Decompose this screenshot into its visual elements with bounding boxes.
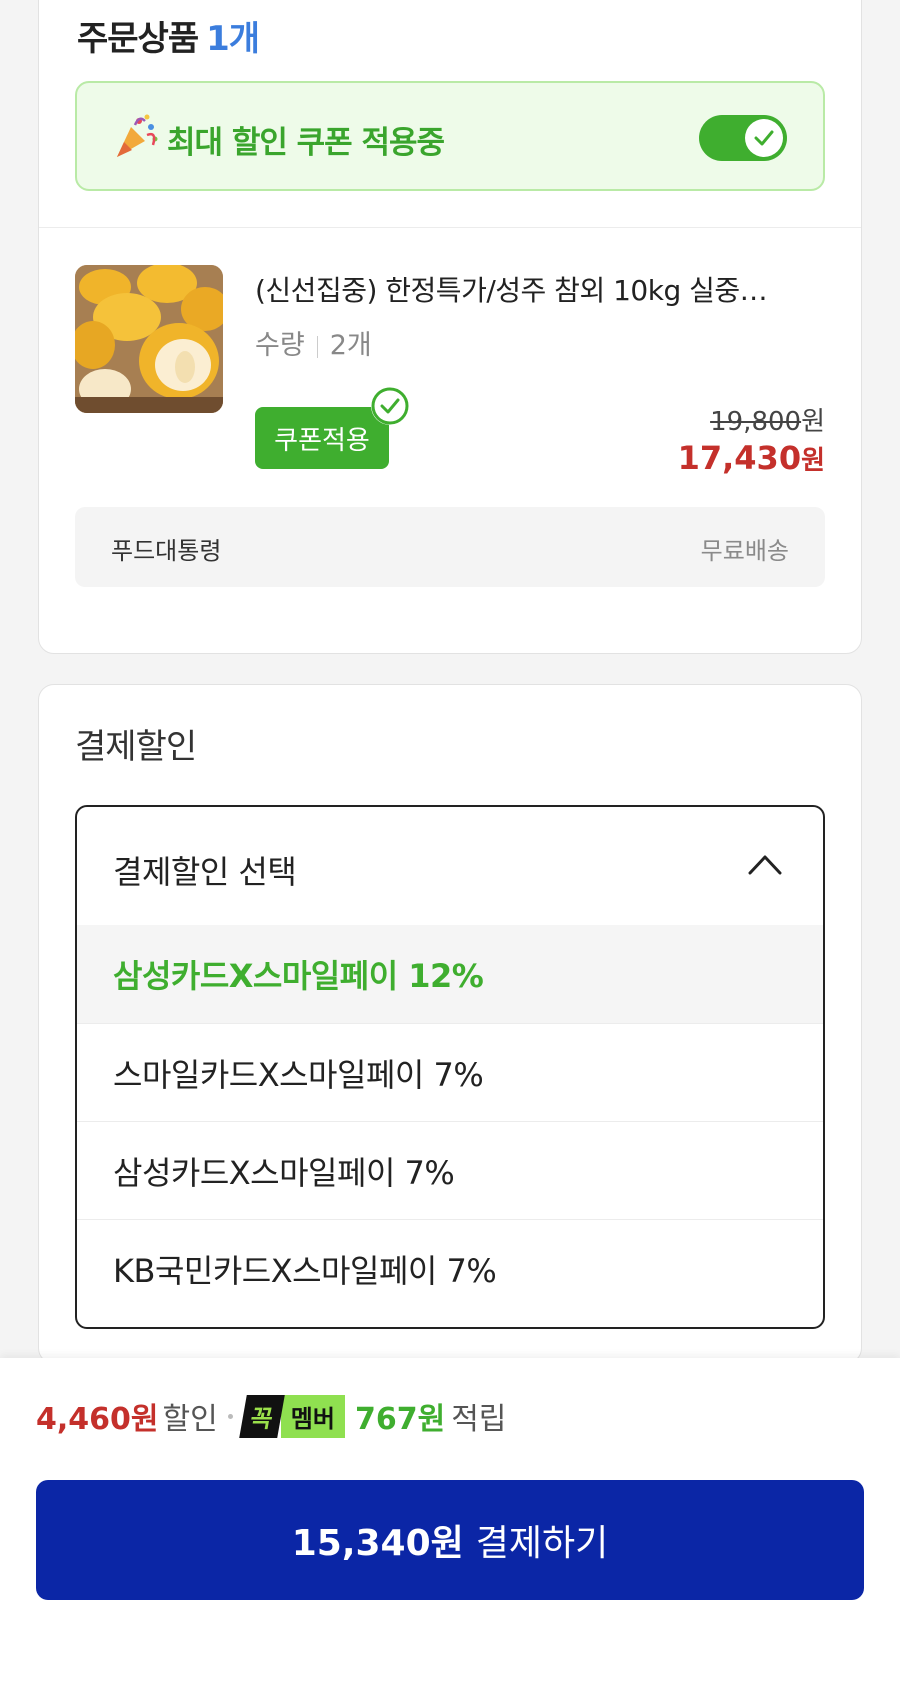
order-count: 1개: [206, 19, 260, 59]
shipping-info: 무료배송: [700, 537, 789, 565]
max-coupon-banner: 최대 할인 쿠폰 적용중: [75, 81, 825, 191]
badge-part1: 꼭: [238, 1394, 285, 1438]
product-image[interactable]: [75, 265, 223, 413]
discount-option[interactable]: 삼성카드X스마일페이 12%: [77, 925, 823, 1023]
quantity-info: 수량 2개: [255, 323, 372, 362]
bottom-checkout-bar: 4,460원 할인 꼭 멤버 767원 적립 15,340원 결제하기: [0, 1358, 900, 1696]
toggle-knob: [745, 119, 783, 157]
discount-label: 할인: [162, 1402, 218, 1437]
coupon-banner-label: 최대 할인 쿠폰 적용중: [167, 125, 445, 161]
original-price-value: 19,800: [710, 407, 802, 437]
original-price: 19,800원: [710, 401, 825, 438]
points-label: 적립: [451, 1402, 507, 1437]
separator-dot: [227, 1413, 233, 1419]
checkout-page: 주문상품 1개 최대 할인 쿠폰 적용중 (신선집중) 한정특가/성주 참외 1…: [0, 0, 900, 1696]
order-products-card: 주문상품 1개 최대 할인 쿠폰 적용중 (신선집중) 한정특가/성주 참외 1…: [38, 0, 862, 654]
check-circle-icon: [371, 387, 409, 425]
points-amount: 767원: [354, 1402, 446, 1437]
seller-shipping-box: 푸드대통령 무료배송: [75, 507, 825, 587]
dropdown-header[interactable]: 결제할인 선택: [77, 807, 823, 925]
sale-price: 17,430원: [678, 439, 825, 477]
payment-discount-card: 결제할인 결제할인 선택 삼성카드X스마일페이 12% 스마일카드X스마일페이 …: [38, 684, 862, 1364]
seller-name[interactable]: 푸드대통령: [111, 531, 221, 566]
coupon-chip-label: 쿠폰적용: [274, 425, 370, 456]
dropdown-label: 결제할인 선택: [113, 853, 297, 891]
coupon-toggle[interactable]: [699, 115, 787, 161]
product-name[interactable]: (신선집중) 한정특가/성주 참외 10kg 실중…: [255, 269, 815, 309]
discount-option[interactable]: 스마일카드X스마일페이 7%: [77, 1023, 823, 1121]
original-price-currency: 원: [801, 407, 825, 437]
discount-option[interactable]: KB국민카드X스마일페이 7%: [77, 1219, 823, 1317]
sale-price-value: 17,430: [677, 439, 802, 477]
party-popper-icon: [117, 114, 158, 157]
discount-summary: 4,460원 할인 꼭 멤버 767원 적립: [36, 1394, 506, 1438]
discount-amount: 4,460원: [36, 1402, 159, 1437]
check-icon: [754, 130, 774, 146]
pay-button[interactable]: 15,340원 결제하기: [36, 1480, 864, 1600]
coupon-applied-button[interactable]: 쿠폰적용: [255, 387, 409, 469]
chevron-up-icon[interactable]: [747, 851, 783, 877]
divider: [39, 227, 861, 228]
sale-price-currency: 원: [801, 446, 825, 476]
membership-badge: 꼭 멤버: [238, 1394, 345, 1438]
badge-part2: 멤버: [280, 1394, 345, 1438]
discount-option[interactable]: 삼성카드X스마일페이 7%: [77, 1121, 823, 1219]
pay-amount: 15,340원: [291, 1523, 464, 1564]
payment-discount-dropdown[interactable]: 결제할인 선택 삼성카드X스마일페이 12% 스마일카드X스마일페이 7% 삼성…: [75, 805, 825, 1329]
melon-photo-icon: [75, 265, 223, 413]
order-section-title: 주문상품 1개: [77, 11, 260, 60]
qty-label: 수량: [255, 330, 305, 361]
order-title-text: 주문상품: [77, 19, 199, 59]
pay-label: 결제하기: [475, 1523, 609, 1564]
payment-discount-title: 결제할인: [75, 727, 197, 767]
qty-separator: [316, 335, 318, 358]
qty-value: 2개: [329, 330, 372, 361]
